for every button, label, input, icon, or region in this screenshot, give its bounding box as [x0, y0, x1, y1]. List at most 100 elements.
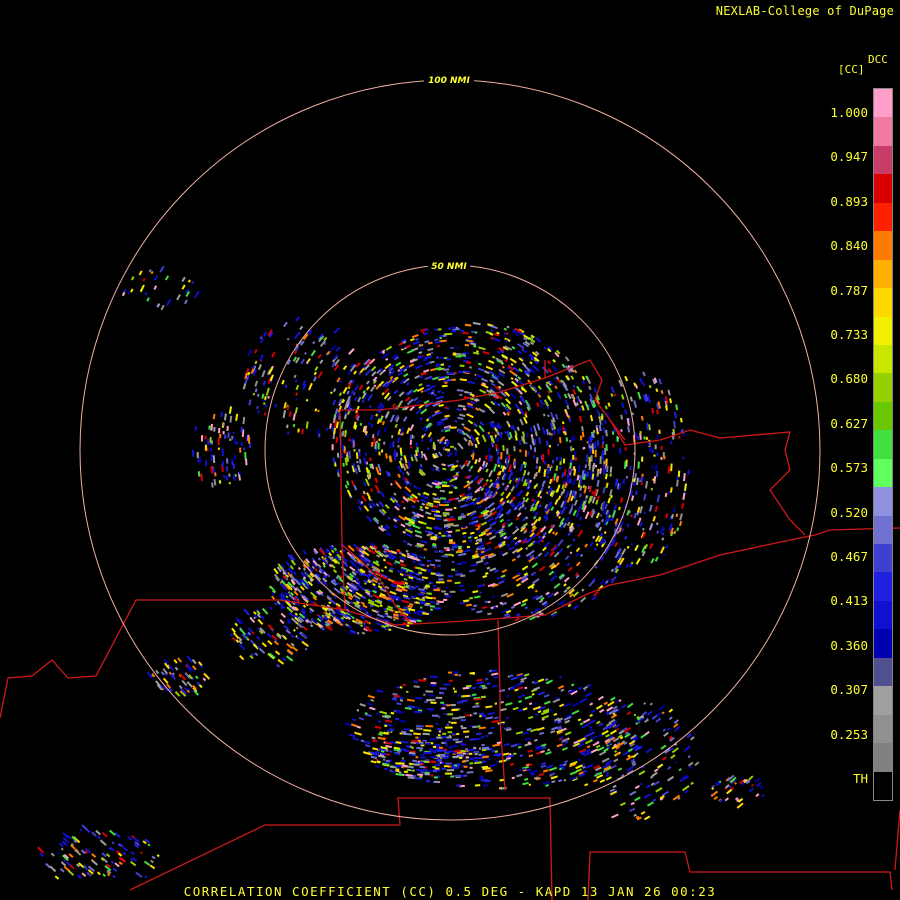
echo-gate	[488, 535, 497, 541]
echo-gate	[465, 339, 469, 342]
echo-gate	[476, 610, 483, 614]
echo-gate	[508, 479, 512, 485]
echo-gate	[450, 516, 454, 519]
echo-gate	[430, 701, 437, 704]
echo-gate	[463, 765, 468, 768]
echo-gate	[434, 767, 440, 770]
echo-gate	[271, 595, 276, 600]
echo-gate	[478, 712, 485, 716]
echo-gate	[445, 772, 453, 775]
echo-gate	[658, 429, 661, 434]
color-scale-segment	[874, 202, 892, 232]
echo-gate	[386, 561, 393, 566]
echo-gate	[500, 700, 505, 704]
echo-gate	[588, 385, 592, 391]
echo-gate	[523, 416, 528, 424]
echo-gate	[668, 708, 674, 713]
echo-gate	[472, 686, 477, 690]
echo-gate	[173, 659, 178, 664]
echo-gate	[661, 537, 665, 541]
echo-gate	[96, 871, 101, 876]
echo-gate	[474, 595, 481, 599]
echo-gate	[314, 366, 319, 372]
echo-gate	[718, 799, 723, 803]
echo-gate	[665, 544, 669, 549]
echo-gate	[562, 727, 567, 732]
echo-gate	[597, 695, 604, 701]
echo-gate	[329, 345, 336, 352]
echo-gate	[595, 408, 600, 418]
echo-gate	[374, 725, 382, 730]
echo-gate	[682, 456, 685, 459]
echo-gate	[481, 434, 487, 443]
echo-gate	[445, 524, 453, 527]
echo-gate	[367, 421, 371, 426]
echo-gate	[469, 752, 473, 756]
echo-gate	[130, 288, 134, 293]
echo-gate	[456, 562, 462, 566]
echo-gate	[437, 759, 442, 762]
echo-gate	[304, 351, 307, 355]
echo-gate	[389, 442, 392, 449]
echo-gate	[523, 731, 529, 735]
echo-gate	[227, 432, 230, 439]
echo-gate	[558, 685, 565, 690]
echo-gate	[420, 390, 424, 393]
echo-gate	[682, 429, 686, 437]
echo-gate	[484, 769, 493, 773]
echo-gate	[402, 530, 407, 534]
echo-gate	[545, 428, 550, 435]
echo-gate	[436, 438, 440, 442]
echo-gate	[572, 478, 576, 486]
echo-gate	[527, 451, 530, 456]
echo-gate	[505, 398, 511, 405]
echo-gate	[264, 404, 268, 408]
echo-gate	[427, 447, 430, 450]
echo-gate	[366, 380, 370, 385]
echo-gate	[49, 865, 57, 873]
echo-gate	[603, 530, 607, 535]
echo-gate	[310, 349, 316, 357]
echo-gate	[485, 468, 489, 473]
echo-gate	[748, 787, 754, 793]
echo-gate	[524, 737, 531, 742]
echo-gate	[630, 801, 635, 806]
echo-gate	[437, 600, 444, 603]
echo-gate	[288, 411, 292, 417]
echo-gate	[209, 447, 212, 452]
echo-gate	[433, 566, 436, 569]
echo-gate	[381, 420, 386, 426]
echo-gate	[444, 741, 448, 744]
echo-gate	[639, 430, 642, 434]
echo-gate	[261, 642, 268, 648]
echo-gate	[493, 337, 501, 342]
echo-gate	[434, 763, 440, 766]
color-scale-segment	[874, 487, 892, 517]
echo-gate	[426, 564, 430, 568]
echo-gate	[430, 710, 433, 713]
echo-gate	[218, 480, 222, 484]
echo-gate	[534, 702, 538, 706]
echo-gate	[654, 556, 659, 562]
echo-gate	[105, 853, 111, 858]
echo-gate	[479, 591, 482, 594]
echo-gate	[286, 431, 290, 435]
echo-gate	[450, 346, 454, 349]
echo-gate	[627, 426, 631, 433]
echo-gate	[676, 527, 680, 532]
echo-gate	[519, 754, 523, 757]
echo-gate	[570, 683, 575, 687]
echo-gate	[436, 564, 441, 568]
echo-gate	[582, 447, 585, 450]
echo-gate	[446, 358, 451, 361]
echo-gate	[553, 429, 556, 436]
echo-gate	[347, 410, 351, 415]
echo-gate	[302, 550, 307, 555]
echo-gate	[547, 414, 550, 418]
echo-gate	[575, 768, 582, 773]
echo-gate	[442, 484, 450, 488]
echo-gate	[432, 770, 438, 773]
echo-gate	[575, 561, 581, 567]
echo-gate	[445, 754, 450, 757]
echo-gate	[656, 530, 660, 534]
